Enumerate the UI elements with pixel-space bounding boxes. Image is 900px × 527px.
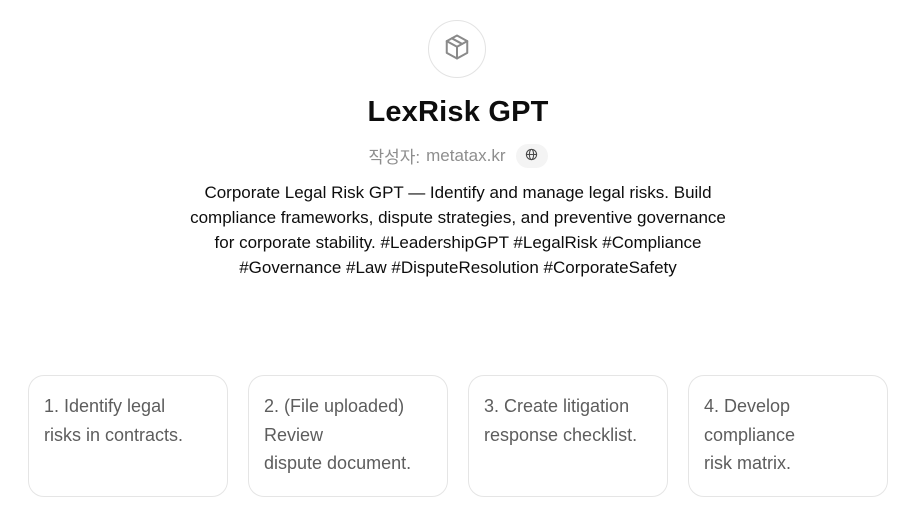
- starter-card-2[interactable]: 2. (File uploaded) Review dispute docume…: [248, 375, 448, 497]
- gpt-avatar: [428, 20, 486, 78]
- starter-card-4[interactable]: 4. Develop compliance risk matrix.: [688, 375, 888, 497]
- author-prefix: 작성자:: [368, 148, 421, 167]
- gpt-intro-page: LexRisk GPT 작성자: metatax.kr Corporate Le…: [0, 0, 900, 527]
- author-name: metatax.kr: [426, 145, 506, 165]
- website-link-button[interactable]: [515, 143, 548, 168]
- gpt-description: Corporate Legal Risk GPT — Identify and …: [190, 183, 726, 277]
- cube-icon: [442, 32, 472, 67]
- author-row: 작성자: metatax.kr: [0, 143, 900, 168]
- starter-card-1[interactable]: 1. Identify legal risks in contracts.: [28, 375, 228, 497]
- gpt-title: LexRisk GPT: [367, 96, 549, 128]
- starter-card-3[interactable]: 3. Create litigation response checklist.: [468, 375, 668, 497]
- conversation-starters: 1. Identify legal risks in contracts. 2.…: [28, 375, 888, 497]
- globe-icon: [525, 146, 538, 166]
